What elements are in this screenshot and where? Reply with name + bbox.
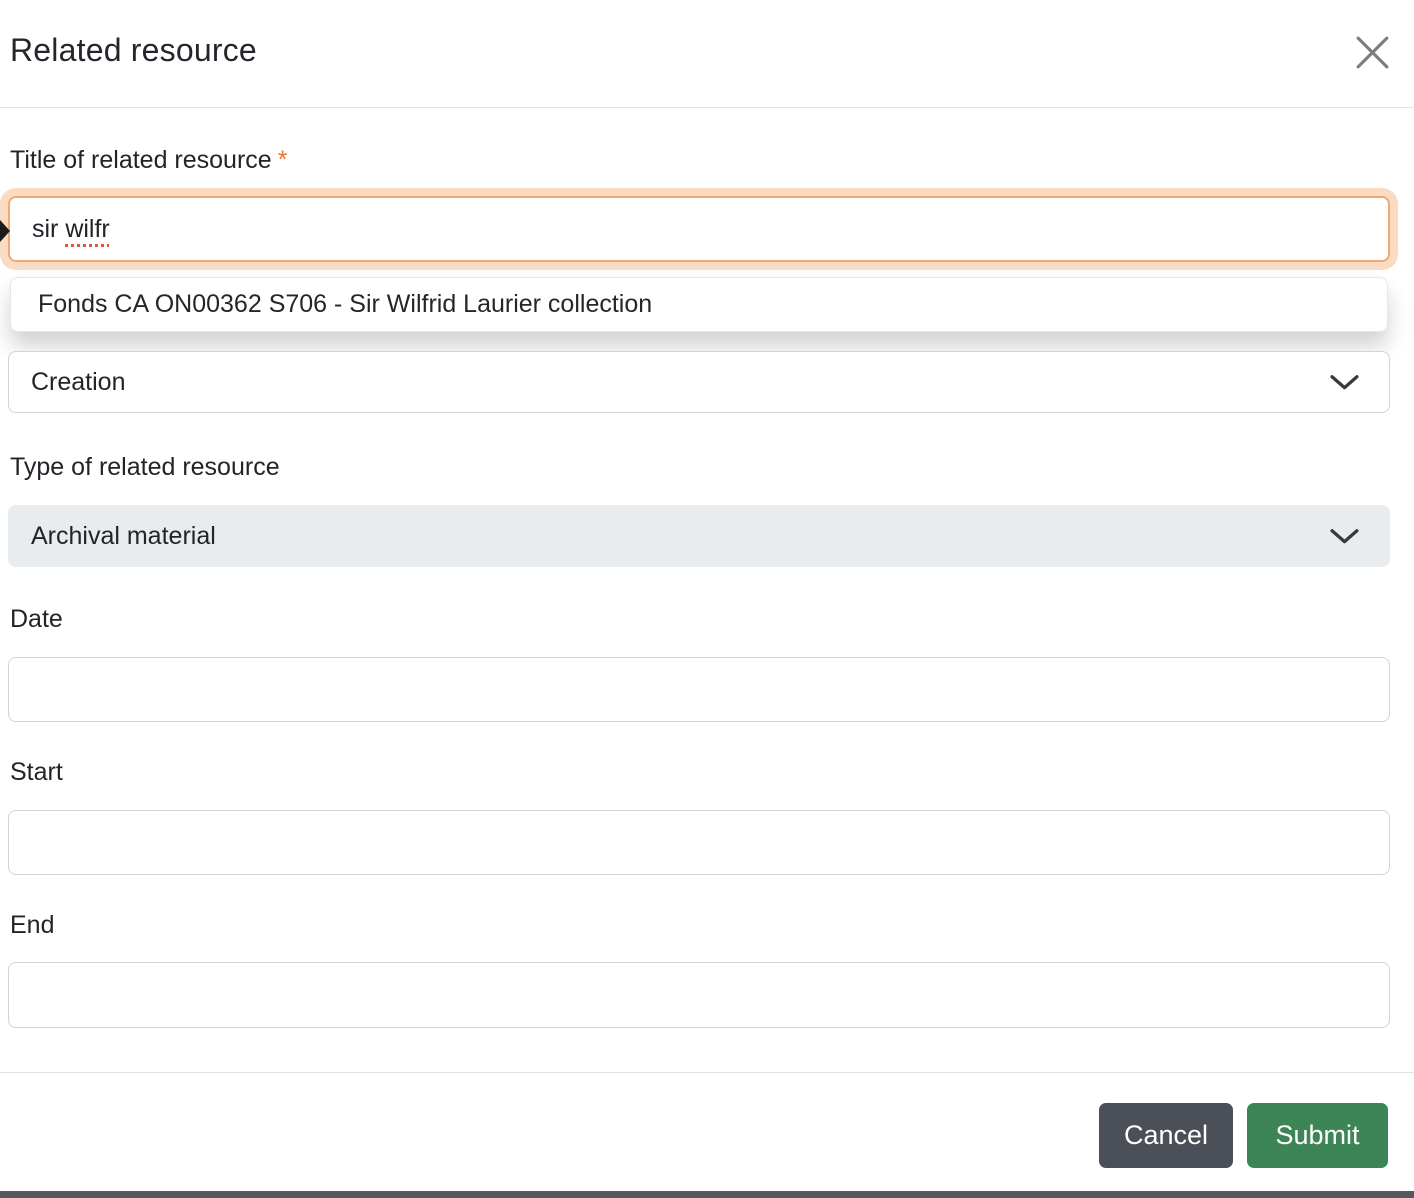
resource-type-label: Type of related resource bbox=[10, 453, 280, 481]
window-bottom-edge bbox=[0, 1191, 1414, 1198]
title-input-value-before: sir bbox=[32, 214, 66, 243]
chevron-down-icon bbox=[1330, 528, 1359, 545]
submit-button[interactable]: Submit bbox=[1247, 1103, 1388, 1168]
relation-type-select[interactable]: Creation bbox=[8, 351, 1390, 413]
title-field-label: Title of related resource * bbox=[10, 146, 287, 175]
title-field-label-text: Title of related resource bbox=[10, 146, 272, 174]
relation-type-selected-value: Creation bbox=[31, 367, 126, 396]
date-label: Date bbox=[10, 605, 63, 633]
related-resource-dialog: Related resource Title of related resour… bbox=[0, 0, 1414, 1198]
end-input[interactable] bbox=[8, 962, 1390, 1028]
page-title: Related resource bbox=[10, 32, 257, 68]
title-input[interactable]: sir wilfr bbox=[8, 196, 1390, 262]
resource-type-selected-value: Archival material bbox=[31, 521, 216, 550]
footer-divider bbox=[0, 1072, 1414, 1073]
title-input-value-misspelled: wilfr bbox=[65, 214, 110, 243]
cancel-button[interactable]: Cancel bbox=[1099, 1103, 1233, 1168]
close-icon bbox=[1354, 34, 1391, 74]
start-input[interactable] bbox=[8, 810, 1390, 875]
close-button[interactable] bbox=[1352, 34, 1392, 74]
required-asterisk: * bbox=[277, 146, 288, 174]
autocomplete-dropdown: Fonds CA ON00362 S706 - Sir Wilfrid Laur… bbox=[10, 277, 1388, 332]
autocomplete-suggestion[interactable]: Fonds CA ON00362 S706 - Sir Wilfrid Laur… bbox=[11, 278, 1387, 331]
start-label: Start bbox=[10, 758, 63, 786]
date-input[interactable] bbox=[8, 657, 1390, 722]
end-label: End bbox=[10, 911, 55, 939]
chevron-down-icon bbox=[1330, 374, 1359, 391]
title-input-value: sir wilfr bbox=[32, 215, 110, 244]
text-cursor-artifact bbox=[0, 220, 10, 242]
resource-type-select[interactable]: Archival material bbox=[8, 505, 1390, 567]
header-divider bbox=[0, 107, 1414, 108]
